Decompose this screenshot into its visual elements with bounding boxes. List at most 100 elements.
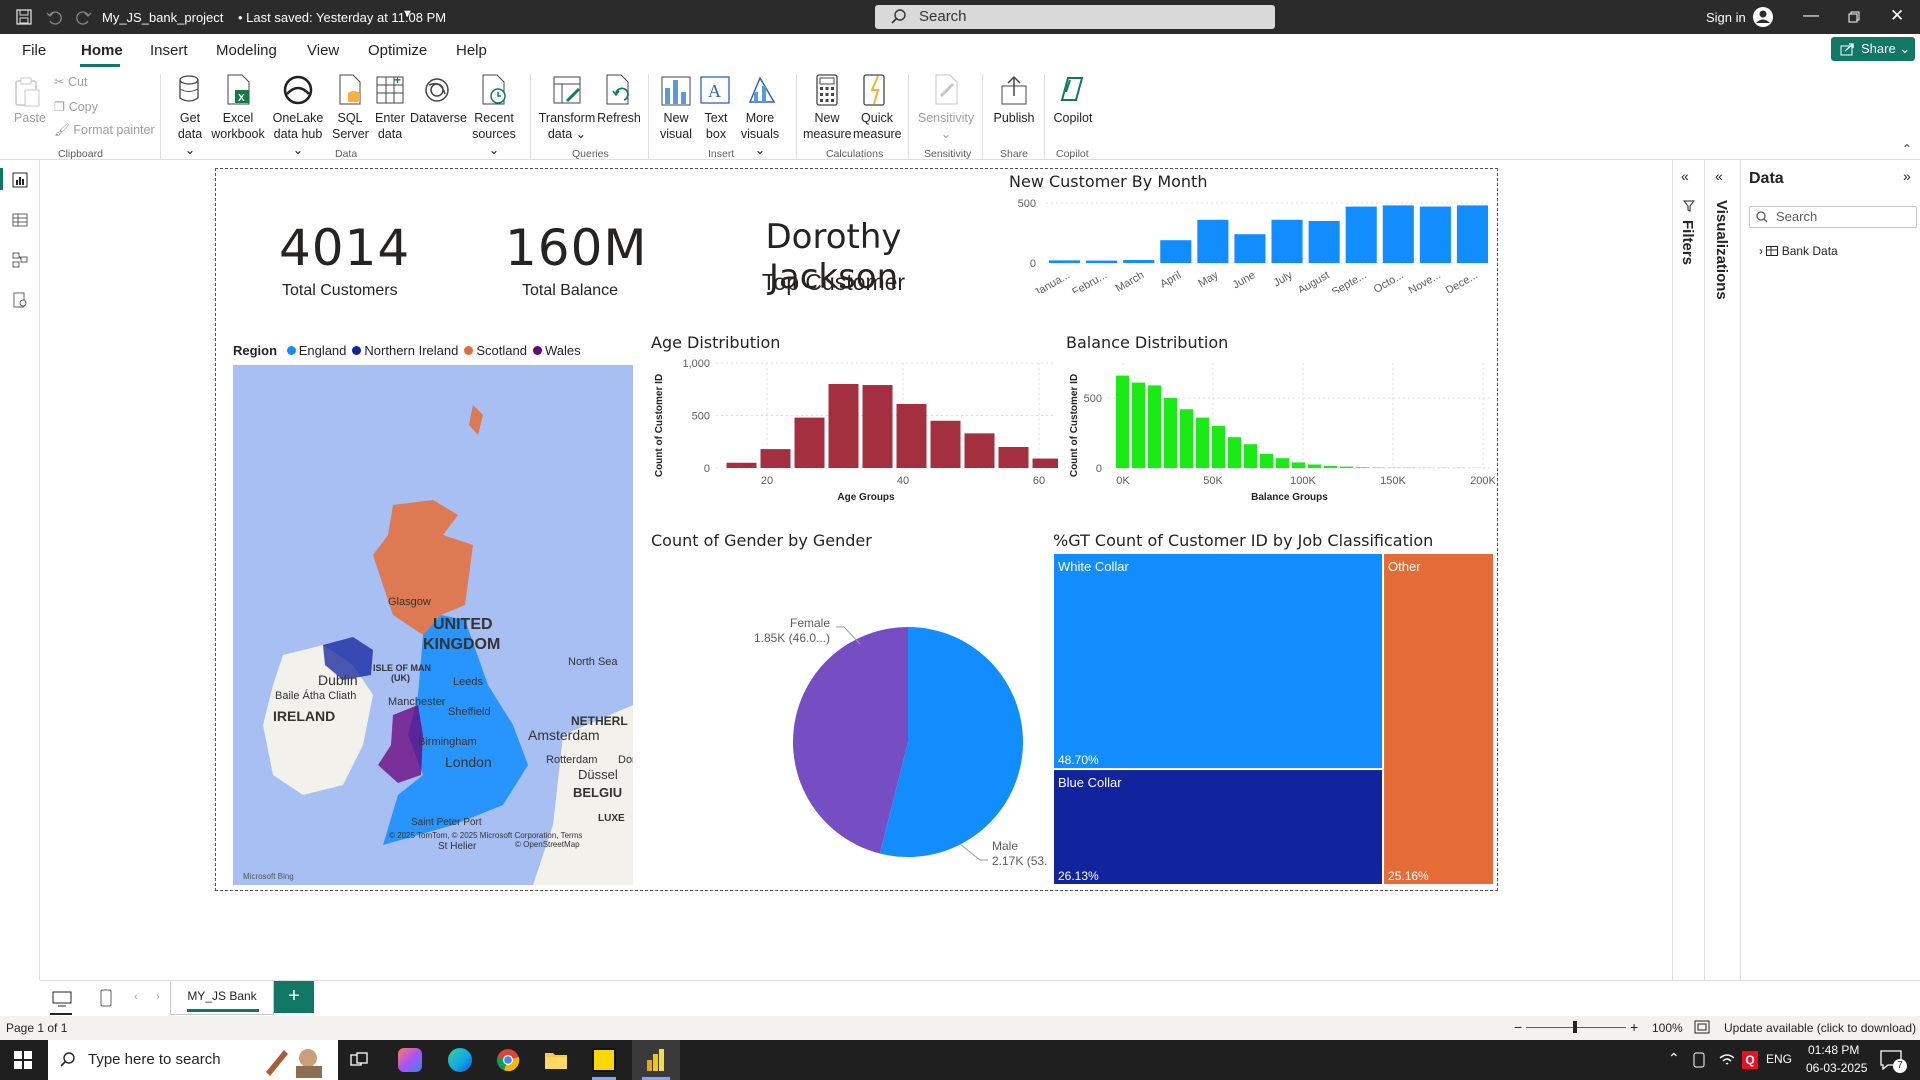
- share-button[interactable]: Share ⌄: [1831, 37, 1915, 61]
- chevron-down-icon[interactable]: ▼: [402, 8, 413, 20]
- map-legend-item[interactable]: England: [286, 343, 346, 358]
- tab-modeling[interactable]: Modeling: [216, 42, 277, 59]
- publish-button[interactable]: Publish: [990, 110, 1038, 126]
- taskbar-search-input[interactable]: Type here to search: [48, 1040, 338, 1080]
- format-painter-button[interactable]: 🖌 Format painter: [54, 122, 155, 138]
- x-tick-label: 200K: [1470, 475, 1495, 487]
- dax-query-view-icon[interactable]: [12, 292, 28, 308]
- onelake-data-hub-button[interactable]: OneLake data hub ⌄: [268, 110, 328, 158]
- redo-icon[interactable]: [76, 9, 92, 25]
- copy-button[interactable]: ❐ Copy: [54, 99, 98, 115]
- new-measure-button[interactable]: New measure: [803, 110, 852, 142]
- tab-help[interactable]: Help: [456, 42, 487, 59]
- language-indicator[interactable]: ENG: [1766, 1052, 1792, 1066]
- undo-icon[interactable]: [46, 9, 62, 25]
- desktop-layout-icon[interactable]: [52, 991, 72, 1007]
- sticky-notes-icon[interactable]: [592, 1048, 616, 1072]
- close-icon[interactable]: ✕: [1890, 6, 1904, 26]
- bar: [1260, 454, 1273, 468]
- powerbi-taskbar-button[interactable]: [632, 1040, 680, 1080]
- wifi-icon[interactable]: [1718, 1052, 1736, 1068]
- job-classification-treemap[interactable]: White Collar 48.70% Blue Collar 26.13% Other…: [1053, 553, 1494, 885]
- last-saved[interactable]: • Last saved: Yesterday at 11:08 PM: [238, 10, 446, 25]
- bar: [862, 385, 893, 468]
- recent-sources-button[interactable]: Recent sources ⌄: [466, 110, 522, 158]
- zoom-in-button[interactable]: +: [1630, 1019, 1638, 1035]
- data-table-item[interactable]: › Bank Data: [1759, 244, 1838, 258]
- copilot-button[interactable]: Copilot: [1050, 110, 1096, 126]
- meet-now-icon[interactable]: [1692, 1052, 1708, 1068]
- table-view-icon[interactable]: [12, 212, 28, 228]
- zoom-out-button[interactable]: −: [1514, 1019, 1522, 1035]
- restore-icon[interactable]: [1848, 11, 1860, 23]
- search-input[interactable]: Search: [875, 5, 1275, 29]
- y-tick-label: 500: [692, 411, 710, 423]
- show-hidden-icons-chevron-icon[interactable]: ⌃: [1668, 1050, 1680, 1067]
- edge-browser-icon[interactable]: [448, 1048, 472, 1072]
- zoom-level[interactable]: 100%: [1652, 1021, 1683, 1035]
- refresh-button[interactable]: Refresh: [596, 110, 642, 126]
- text-box-label: Text: [704, 111, 728, 125]
- map-legend-item[interactable]: Northern Ireland: [352, 343, 458, 358]
- page-tab-my-js-bank[interactable]: MY_JS Bank: [170, 981, 274, 1015]
- model-view-icon[interactable]: [12, 252, 28, 268]
- map-legend-item[interactable]: Scotland: [464, 343, 527, 358]
- visualizations-label[interactable]: Visualizations: [1713, 200, 1730, 300]
- tab-optimize[interactable]: Optimize: [368, 42, 427, 59]
- dataverse-button[interactable]: Dataverse: [410, 110, 467, 126]
- minimize-icon[interactable]: —: [1803, 7, 1819, 25]
- chrome-browser-icon[interactable]: [496, 1048, 520, 1072]
- clock-time[interactable]: 01:48 PM: [1808, 1043, 1859, 1057]
- transform-data-button[interactable]: Transform data ⌄: [538, 110, 596, 142]
- report-view-icon[interactable]: [12, 172, 28, 188]
- cut-button[interactable]: ✂ Cut: [54, 74, 87, 90]
- page-tab-label: MY_JS Bank: [187, 989, 257, 1003]
- fit-to-page-icon[interactable]: [1694, 1020, 1710, 1034]
- get-data-button[interactable]: Get data ⌄: [172, 110, 208, 158]
- gender-pie-chart[interactable]: Male2.17K (53.94%) Female1.85K (46.0...): [648, 554, 1048, 884]
- sensitivity-button[interactable]: Sensitivity ⌄: [914, 110, 978, 142]
- filters-pane[interactable]: « Filters: [1672, 160, 1704, 980]
- tab-file[interactable]: File: [22, 42, 46, 59]
- data-search-input[interactable]: Search: [1749, 206, 1917, 228]
- prev-page-icon[interactable]: ‹: [134, 991, 138, 1003]
- update-available-link[interactable]: Update available (click to download): [1724, 1021, 1916, 1035]
- next-page-icon[interactable]: ›: [156, 991, 160, 1003]
- account-icon[interactable]: [1752, 6, 1774, 28]
- zoom-slider-thumb[interactable]: [1573, 1021, 1577, 1033]
- text-box-button[interactable]: Text box: [700, 110, 732, 142]
- save-icon[interactable]: [16, 9, 32, 25]
- collapse-data-icon[interactable]: »: [1903, 168, 1911, 184]
- expand-visualizations-icon[interactable]: «: [1715, 168, 1723, 184]
- paste-button[interactable]: Paste: [14, 110, 46, 126]
- file-name[interactable]: My_JS_bank_project: [102, 10, 223, 25]
- add-page-button[interactable]: +: [274, 981, 314, 1013]
- task-view-icon[interactable]: [350, 1052, 368, 1068]
- collapse-ribbon-icon[interactable]: ⌃: [1902, 142, 1912, 156]
- copilot-app-icon[interactable]: [398, 1048, 422, 1072]
- region-map[interactable]: UNITED KINGDOM North Sea Glasgow ISLE OF MAN…: [233, 365, 633, 885]
- map-legend-item[interactable]: Wales: [532, 343, 581, 358]
- mobile-layout-icon[interactable]: [100, 989, 112, 1007]
- tab-view[interactable]: View: [307, 42, 339, 59]
- sql-server-button[interactable]: SQL Server: [332, 110, 369, 142]
- quick-measure-button[interactable]: Quick measure: [853, 110, 902, 142]
- balance-distribution-chart[interactable]: 0 500 0K 50K 100K 150K 200K Balance Groups Count…: [1063, 353, 1495, 513]
- filters-label[interactable]: Filters: [1679, 220, 1696, 265]
- new-customer-by-month-chart[interactable]: 0 500 Janua...Febru... March April May June Jul…: [1006, 193, 1496, 293]
- enter-data-button[interactable]: Enter data: [372, 110, 408, 142]
- tab-home[interactable]: Home: [81, 42, 123, 59]
- windows-start-icon[interactable]: [14, 1051, 32, 1069]
- file-explorer-icon[interactable]: [544, 1050, 568, 1070]
- excel-workbook-button[interactable]: Excel workbook: [210, 110, 266, 142]
- tab-insert[interactable]: Insert: [150, 42, 188, 59]
- collapse-filters-icon[interactable]: «: [1681, 168, 1689, 184]
- age-distribution-chart[interactable]: 0 500 1,000 20 40 60 Age Groups Count of Custom…: [648, 353, 1058, 513]
- clock-date[interactable]: 06-03-2025: [1806, 1061, 1867, 1075]
- new-visual-button[interactable]: New visual: [656, 110, 696, 142]
- bar: [1032, 458, 1058, 468]
- antivirus-tray-icon[interactable]: Q: [1742, 1051, 1758, 1069]
- sign-in-link[interactable]: Sign in: [1706, 10, 1746, 25]
- visualizations-pane[interactable]: « Visualizations: [1704, 160, 1740, 980]
- more-visuals-button[interactable]: More visuals ⌄: [736, 110, 784, 158]
